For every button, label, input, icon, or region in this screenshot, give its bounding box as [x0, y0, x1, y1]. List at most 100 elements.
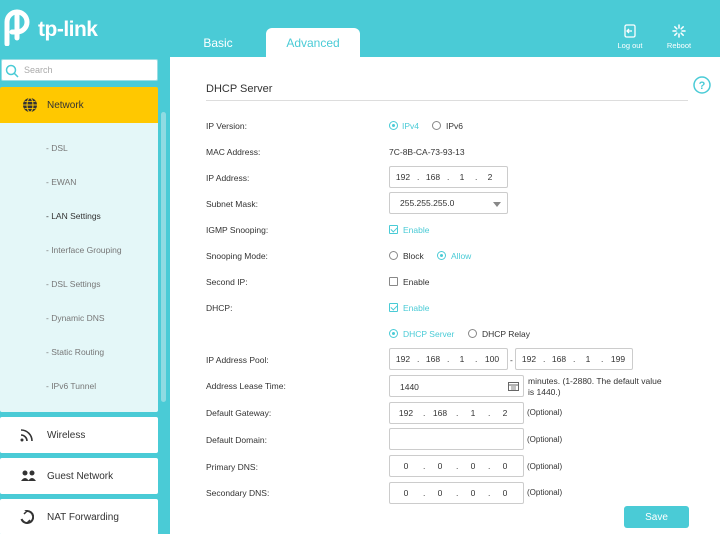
- ip-pool-start-input[interactable]: 192 . 168 . 1 . 100: [389, 348, 508, 370]
- pool-start-octet-1: 192: [395, 354, 411, 364]
- lease-time-input[interactable]: 1440: [389, 375, 524, 397]
- ip-octet-3: 1: [459, 172, 465, 182]
- submenu-ewan[interactable]: - EWAN: [46, 177, 76, 187]
- subnet-mask-value: 255.255.255.0: [400, 198, 455, 208]
- ip-address-label: IP Address:: [206, 173, 250, 183]
- sidebar-item-network-label: Network: [47, 100, 84, 111]
- logo-text: tp-link: [38, 18, 98, 41]
- sidebar-item-network[interactable]: Network: [0, 87, 158, 123]
- submenu-ipv6-tunnel[interactable]: - IPv6 Tunnel: [46, 381, 96, 391]
- lease-time-label: Address Lease Time:: [206, 381, 286, 391]
- ip-dot: .: [423, 488, 426, 498]
- sidebar-item-guest-network[interactable]: Guest Network: [0, 458, 158, 494]
- pool-end-octet-3: 1: [585, 354, 591, 364]
- ip-dot: .: [456, 488, 459, 498]
- default-domain-input[interactable]: [389, 428, 524, 450]
- ip-dot: .: [488, 461, 491, 471]
- tab-advanced[interactable]: Advanced: [266, 28, 360, 57]
- ipv4-radio[interactable]: [389, 121, 398, 130]
- pdns-octet-2: 0: [437, 461, 443, 471]
- sidebar-item-wireless[interactable]: Wireless: [0, 417, 158, 453]
- gateway-optional: (Optional): [527, 408, 563, 417]
- gateway-octet-1: 192: [398, 408, 414, 418]
- ip-dot: .: [447, 172, 450, 182]
- ip-dot: .: [475, 172, 478, 182]
- dhcp-enable-label: Enable: [403, 303, 430, 313]
- pool-start-octet-4: 100: [484, 354, 500, 364]
- ip-pool-separator: -: [510, 355, 513, 365]
- ip-address-input[interactable]: 192 . 168 . 1 . 2: [389, 166, 508, 188]
- ip-dot: .: [475, 354, 478, 364]
- mac-address-label: MAC Address:: [206, 147, 261, 157]
- igmp-snooping-checkbox[interactable]: [389, 225, 398, 234]
- default-gateway-label: Default Gateway:: [206, 408, 272, 418]
- gateway-octet-4: 2: [502, 408, 508, 418]
- pdns-optional: (Optional): [527, 462, 563, 471]
- domain-optional: (Optional): [527, 435, 563, 444]
- submenu-dsl-settings[interactable]: - DSL Settings: [46, 279, 101, 289]
- igmp-enable-label: Enable: [403, 225, 430, 235]
- guest-users-icon: [21, 470, 36, 481]
- ip-dot: .: [488, 488, 491, 498]
- submenu-dynamic-dns[interactable]: - Dynamic DNS: [46, 313, 105, 323]
- second-ip-checkbox[interactable]: [389, 277, 398, 286]
- gateway-octet-3: 1: [470, 408, 476, 418]
- subnet-mask-select[interactable]: 255.255.255.0: [389, 192, 508, 214]
- primary-dns-input[interactable]: 0 . 0 . 0 . 0: [389, 455, 524, 477]
- reboot-button[interactable]: Reboot: [659, 24, 699, 50]
- dhcp-server-radio[interactable]: [389, 329, 398, 338]
- pool-start-octet-2: 168: [425, 354, 441, 364]
- pdns-octet-4: 0: [502, 461, 508, 471]
- sidebar: Network - DSL - EWAN - LAN Settings - In…: [0, 57, 170, 534]
- header: tp-link Basic Advanced Log out Reboot: [0, 0, 720, 57]
- second-ip-label: Second IP:: [206, 277, 248, 287]
- reboot-icon: [672, 24, 686, 38]
- sidebar-scrollbar[interactable]: [161, 112, 166, 402]
- ip-pool-end-input[interactable]: 192 . 168 . 1 . 199: [515, 348, 633, 370]
- lease-time-value: 1440: [400, 382, 419, 392]
- tp-link-logo: tp-link: [3, 8, 103, 48]
- submenu-dsl[interactable]: - DSL: [46, 143, 68, 153]
- pool-start-octet-3: 1: [459, 354, 465, 364]
- ipv6-label: IPv6: [446, 121, 464, 131]
- allow-radio[interactable]: [437, 251, 446, 260]
- mac-address-value: 7C-8B-CA-73-93-13: [389, 147, 465, 157]
- main-content: ? DHCP Server IP Version: IPv4 IPv6 MAC …: [170, 57, 720, 534]
- save-button[interactable]: Save: [624, 506, 689, 528]
- ipv6-radio[interactable]: [432, 121, 441, 130]
- gateway-octet-2: 168: [432, 408, 448, 418]
- block-label: Block: [403, 251, 424, 261]
- sidebar-item-nat-forwarding-label: NAT Forwarding: [47, 512, 119, 523]
- ip-dot: .: [573, 354, 576, 364]
- dhcp-checkbox[interactable]: [389, 303, 398, 312]
- pool-end-octet-4: 199: [610, 354, 626, 364]
- sdns-octet-3: 0: [470, 488, 476, 498]
- default-gateway-input[interactable]: 192 . 168 . 1 . 2: [389, 402, 524, 424]
- help-icon[interactable]: ?: [693, 76, 711, 94]
- sdns-octet-4: 0: [502, 488, 508, 498]
- block-radio[interactable]: [389, 251, 398, 260]
- sidebar-item-nat-forwarding[interactable]: NAT Forwarding: [0, 499, 158, 534]
- ip-dot: .: [423, 408, 426, 418]
- subnet-mask-label: Subnet Mask:: [206, 199, 258, 209]
- ip-dot: .: [423, 461, 426, 471]
- logout-button[interactable]: Log out: [610, 24, 650, 50]
- title-divider: [206, 100, 688, 101]
- secondary-dns-input[interactable]: 0 . 0 . 0 . 0: [389, 482, 524, 504]
- ip-dot: .: [456, 408, 459, 418]
- submenu-interface-grouping[interactable]: - Interface Grouping: [46, 245, 122, 255]
- svg-text:?: ?: [699, 80, 706, 92]
- ip-dot: .: [447, 354, 450, 364]
- logout-label: Log out: [617, 41, 643, 50]
- dhcp-relay-radio[interactable]: [468, 329, 477, 338]
- submenu-static-routing[interactable]: - Static Routing: [46, 347, 104, 357]
- submenu-lan-settings[interactable]: - LAN Settings: [46, 211, 101, 221]
- page-title: DHCP Server: [206, 83, 273, 95]
- primary-dns-label: Primary DNS:: [206, 462, 258, 472]
- dhcp-relay-label: DHCP Relay: [482, 329, 531, 339]
- dhcp-label: DHCP:: [206, 303, 233, 313]
- ip-dot: .: [543, 354, 546, 364]
- search-input[interactable]: [24, 63, 154, 77]
- ipv4-label: IPv4: [402, 121, 420, 131]
- tab-basic[interactable]: Basic: [173, 28, 263, 57]
